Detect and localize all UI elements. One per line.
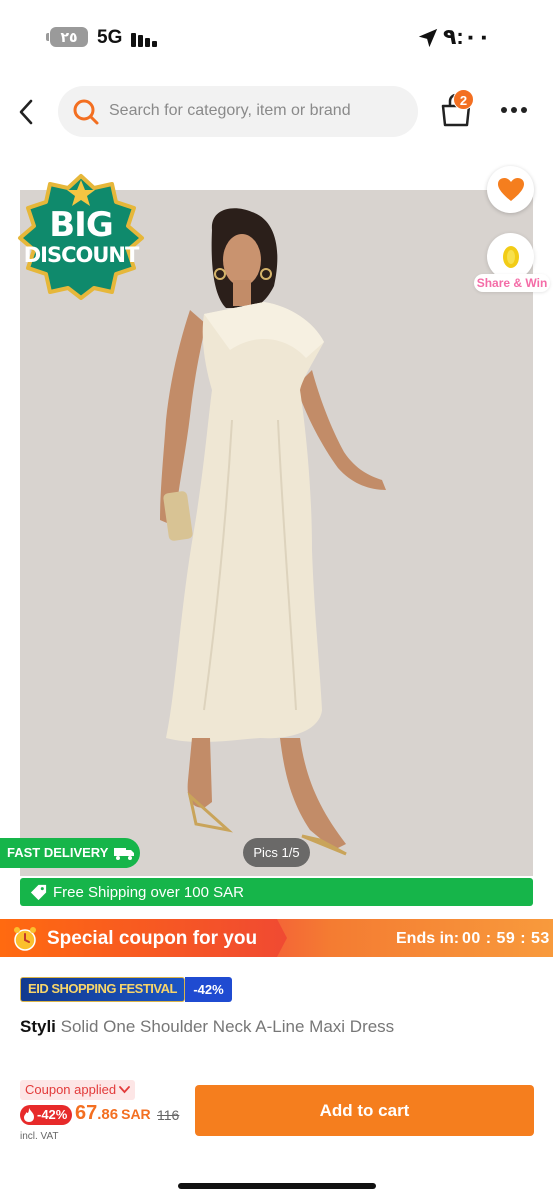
current-price: 67.86 SAR [75,1102,151,1125]
brand-name[interactable]: Styli [20,1017,56,1036]
product-name: Solid One Shoulder Neck A-Line Maxi Dres… [60,1017,395,1036]
wishlist-button[interactable] [487,166,534,213]
signal-bars-icon [131,29,161,47]
truck-icon [114,848,134,860]
price-decimal: .86 [97,1106,119,1123]
price-currency: SAR [121,1106,151,1122]
chevron-down-icon [119,1086,130,1094]
pics-counter: Pics 1/5 [243,838,310,867]
eid-discount-badge: -42% [185,977,232,1002]
more-button[interactable] [498,96,530,124]
share-win-button[interactable] [487,233,534,280]
search-input[interactable]: Search for category, item or brand [58,86,418,137]
clock: ٩:٠٠ [443,24,491,49]
coupon-applied-label: Coupon applied [25,1082,117,1097]
search-icon [73,99,99,125]
search-placeholder: Search for category, item or brand [109,102,351,119]
big-discount-label: BIG DISCOUNT [16,208,146,266]
chevron-left-icon [19,99,33,125]
vat-label: incl. VAT [20,1131,59,1142]
badge-line-2: DISCOUNT [23,243,140,267]
original-price: 116 [157,1107,180,1123]
more-dot [501,107,507,113]
cart-count-badge: 2 [453,89,474,110]
price-integer: 67 [75,1102,98,1124]
product-title: Styli Solid One Shoulder Neck A-Line Max… [20,1017,394,1037]
back-button[interactable] [10,92,42,132]
tag-icon [30,884,47,901]
coupon-title: Special coupon for you [47,928,258,949]
add-to-cart-button[interactable]: Add to cart [195,1085,534,1136]
alarm-clock-icon [14,927,36,951]
countdown-timer: 00 : 59 : 53 [462,930,550,947]
home-indicator[interactable] [178,1183,376,1189]
eid-festival-badge: EID SHOPPING FESTIVAL [20,977,185,1002]
coin-icon [502,245,519,268]
fire-icon [24,1108,34,1122]
heart-icon [497,177,524,201]
more-dot [511,107,517,113]
battery-indicator: ٢٥ [46,27,88,47]
more-dot [521,107,527,113]
location-arrow-icon [418,28,438,48]
free-shipping-text: Free Shipping over 100 SAR [53,884,244,901]
network-label: 5G [97,27,123,48]
share-win-label[interactable]: Share & Win [474,274,550,292]
badge-line-1: BIG [49,205,113,245]
status-bar: ٢٥ 5G ٩:٠٠ [0,0,553,70]
ends-in-label: Ends in: [396,930,460,947]
